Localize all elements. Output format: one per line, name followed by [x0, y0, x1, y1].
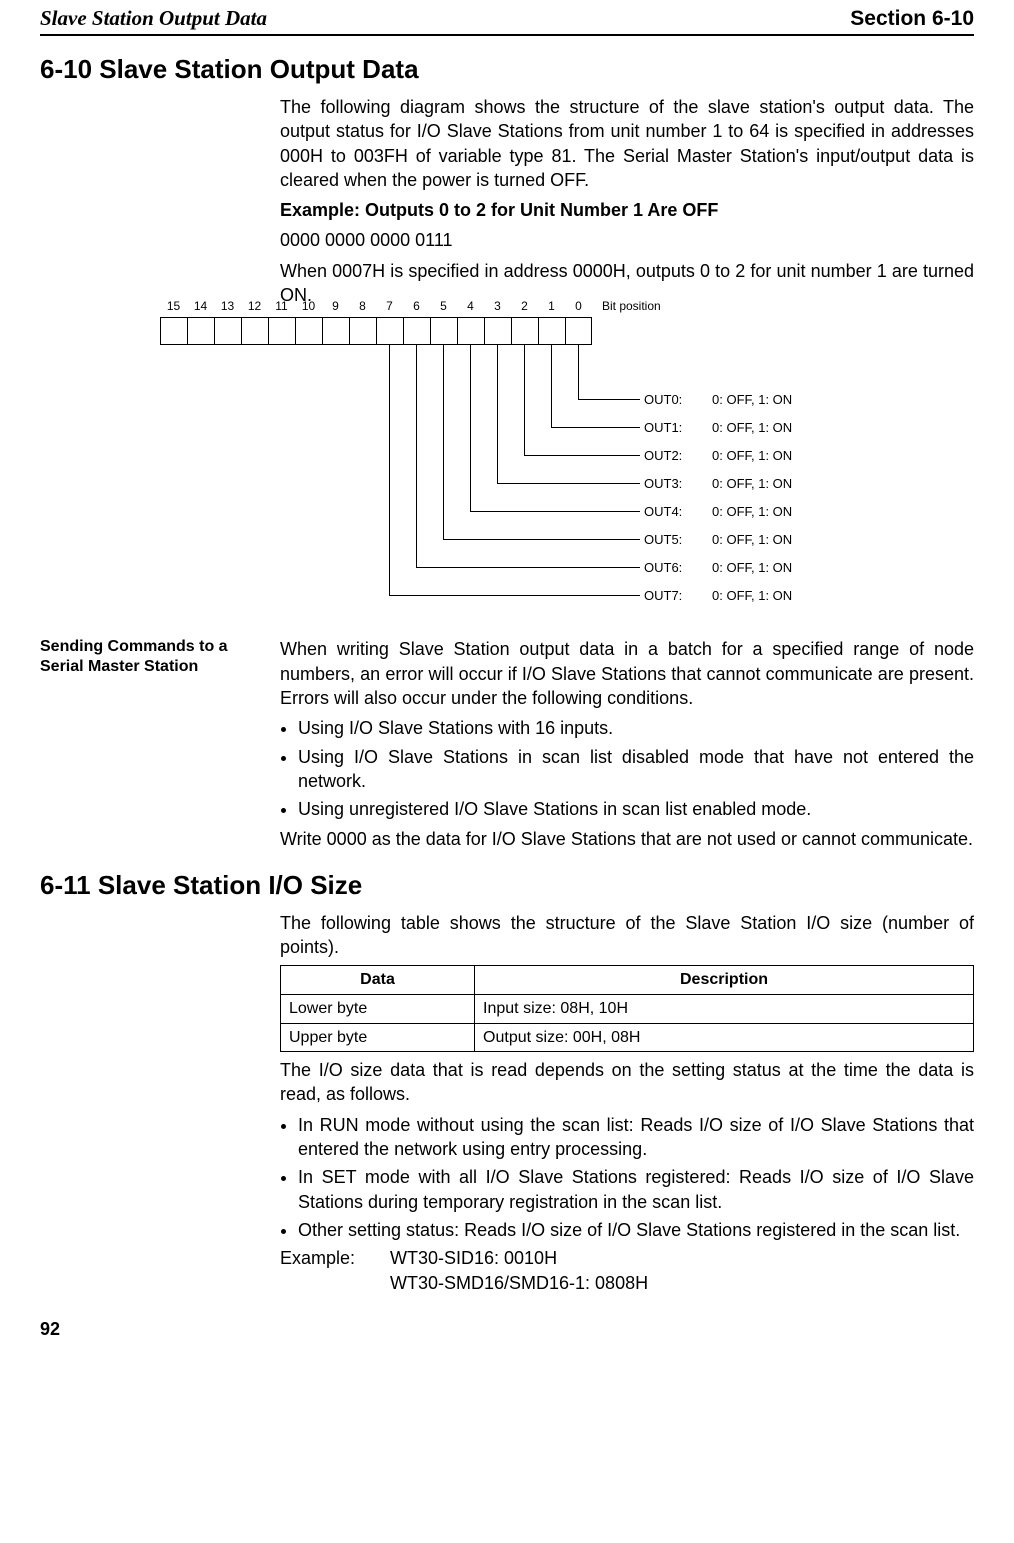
- out-row: OUT4:0: OFF, 1: ON: [644, 504, 792, 519]
- bit-label: 13: [214, 299, 241, 313]
- bit-position-label: Bit position: [602, 299, 661, 313]
- io-size-table: Data Description Lower byte Input size: …: [280, 965, 974, 1052]
- list-item: In RUN mode without using the scan list:…: [298, 1113, 974, 1162]
- bit-label: 8: [349, 299, 376, 313]
- bit-label: 0: [565, 299, 592, 313]
- sending-bullets: Using I/O Slave Stations with 16 inputs.…: [280, 716, 974, 821]
- section-611-title: 6-11 Slave Station I/O Size: [40, 870, 974, 901]
- section-611-p1: The following table shows the structure …: [280, 911, 974, 960]
- page-number: 92: [40, 1319, 974, 1340]
- table-row: Lower byte Input size: 08H, 10H: [281, 994, 974, 1023]
- bit-label: 5: [430, 299, 457, 313]
- sending-after: Write 0000 as the data for I/O Slave Sta…: [280, 827, 974, 851]
- bit-diagram: 15 14 13 12 11 10 9 8 7 6 5 4 3 2 1 0 Bi…: [160, 317, 974, 627]
- out-row: OUT5:0: OFF, 1: ON: [644, 532, 792, 547]
- bit-label: 11: [268, 299, 295, 313]
- out-row: OUT0:0: OFF, 1: ON: [644, 392, 792, 407]
- section-610-title: 6-10 Slave Station Output Data: [40, 54, 974, 85]
- section-610-example-line1: 0000 0000 0000 0111: [280, 228, 974, 252]
- out-row: OUT7:0: OFF, 1: ON: [644, 588, 792, 603]
- out-row: OUT3:0: OFF, 1: ON: [644, 476, 792, 491]
- list-item: Using I/O Slave Stations in scan list di…: [298, 745, 974, 794]
- section-610-example-title: Example: Outputs 0 to 2 for Unit Number …: [280, 198, 974, 222]
- bit-label: 6: [403, 299, 430, 313]
- bit-label: 7: [376, 299, 403, 313]
- table-header: Description: [475, 966, 974, 995]
- list-item: Using I/O Slave Stations with 16 inputs.: [298, 716, 974, 740]
- bit-label: 1: [538, 299, 565, 313]
- sending-p: When writing Slave Station output data i…: [280, 637, 974, 710]
- section-611-bullets: In RUN mode without using the scan list:…: [280, 1113, 974, 1242]
- section-610-p1: The following diagram shows the structur…: [280, 95, 974, 192]
- list-item: Using unregistered I/O Slave Stations in…: [298, 797, 974, 821]
- out-row: OUT6:0: OFF, 1: ON: [644, 560, 792, 575]
- page-header: Slave Station Output Data Section 6-10: [40, 0, 974, 36]
- header-right: Section 6-10: [850, 7, 974, 31]
- list-item: In SET mode with all I/O Slave Stations …: [298, 1165, 974, 1214]
- table-row: Data Description: [281, 966, 974, 995]
- bit-row: [160, 317, 592, 345]
- out-row: OUT1:0: OFF, 1: ON: [644, 420, 792, 435]
- bit-label: 4: [457, 299, 484, 313]
- sending-commands-label: Sending Commands to a Serial Master Stat…: [40, 637, 260, 677]
- table-row: Upper byte Output size: 00H, 08H: [281, 1023, 974, 1052]
- example-line: Example: WT30-SID16: 0010H WT30-SMD16/SM…: [280, 1246, 974, 1295]
- out-row: OUT2:0: OFF, 1: ON: [644, 448, 792, 463]
- section-611-p2: The I/O size data that is read depends o…: [280, 1058, 974, 1107]
- bit-label: 14: [187, 299, 214, 313]
- header-left: Slave Station Output Data: [40, 6, 267, 31]
- bit-label: 9: [322, 299, 349, 313]
- bit-label: 2: [511, 299, 538, 313]
- list-item: Other setting status: Reads I/O size of …: [298, 1218, 974, 1242]
- bit-label: 15: [160, 299, 187, 313]
- bit-label: 10: [295, 299, 322, 313]
- bit-label: 3: [484, 299, 511, 313]
- bit-label: 12: [241, 299, 268, 313]
- table-header: Data: [281, 966, 475, 995]
